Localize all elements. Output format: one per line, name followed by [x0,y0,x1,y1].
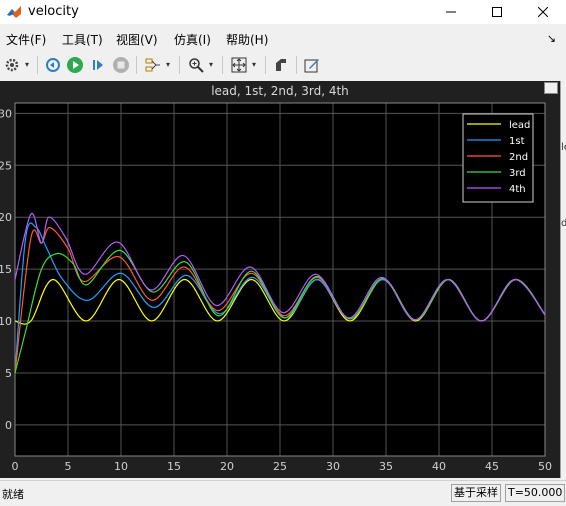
title-bar: velocity [0,0,566,24]
step-back-icon[interactable] [43,55,63,75]
menu-bar: 文件(F) 工具(T) 视图(V) 仿真(I) 帮助(H) ↘ [0,29,566,49]
legend-label: 3rd [509,168,526,179]
window-title: velocity [28,4,79,19]
sample-mode-indicator: 基于采样 [451,484,501,502]
right-strip-label: d [561,218,566,229]
chevron-down-icon[interactable]: ▾ [25,60,29,69]
minimize-icon [446,11,456,13]
chart: 0 5 10 15 20 25 30 35 40 45 50 0 5 10 15 20 25 30 lead 1st 2… [0,102,552,473]
x-tick-label: 0 [12,460,19,473]
x-tick-label: 15 [167,460,181,473]
toolbar-separator [37,56,38,74]
y-tick-label: 15 [0,263,12,276]
x-tick-label: 10 [114,460,128,473]
y-tick-label: 0 [5,419,12,432]
y-tick-label: 30 [0,107,12,120]
menu-view[interactable]: 视图(V) [116,31,158,48]
toolbar-separator [222,56,223,74]
style-icon[interactable] [271,55,291,75]
toolbar-separator [179,56,180,74]
x-tick-label: 35 [379,460,393,473]
step-forward-icon[interactable] [88,55,108,75]
menu-tools[interactable]: 工具(T) [62,31,103,48]
x-tick-label: 20 [220,460,234,473]
chevron-down-icon[interactable]: ▾ [252,60,256,69]
y-tick-label: 20 [0,211,12,224]
legend-label: 2nd [509,152,528,163]
toolbar-separator [136,56,137,74]
x-tick-label: 25 [273,460,287,473]
zoom-icon[interactable] [186,55,206,75]
edit-icon[interactable] [302,55,322,75]
right-strip [560,81,566,478]
x-tick-label: 30 [326,460,340,473]
x-tick-label: 40 [432,460,446,473]
minimize-button[interactable] [428,0,474,24]
maximize-icon [492,7,502,17]
legend-label: 4th [509,184,526,195]
simulation-time: T=50.000 [505,484,566,502]
status-bar: 就绪 基于采样 T=50.000 [0,480,566,506]
run-icon[interactable] [65,55,85,75]
close-button[interactable] [520,0,566,24]
chevron-down-icon[interactable]: ▾ [209,60,213,69]
menu-overflow-icon[interactable]: ↘ [547,32,556,45]
stop-icon[interactable] [111,55,131,75]
y-tick-label: 10 [0,315,12,328]
signal-selector-icon[interactable] [143,55,163,75]
x-tick-label: 45 [485,460,499,473]
status-ready: 就绪 [2,488,24,501]
y-tick-label: 25 [0,159,12,172]
close-icon [538,7,548,17]
menu-simulation[interactable]: 仿真(I) [174,31,211,48]
menu-help[interactable]: 帮助(H) [226,31,268,48]
toolbar: ▾ ▾ ▾ ▾ [0,51,566,79]
maximize-button[interactable] [474,0,520,24]
legend-label: lead [509,120,530,131]
x-tick-label: 5 [65,460,72,473]
toolbar-separator [265,56,266,74]
toolbar-separator [296,56,297,74]
menu-file[interactable]: 文件(F) [6,31,46,48]
matlab-icon [6,4,22,20]
right-strip-label: le [561,142,566,153]
x-tick-label: 50 [538,460,552,473]
y-tick-label: 5 [5,367,12,380]
chevron-down-icon[interactable]: ▾ [166,60,170,69]
legend-label: 1st [509,136,525,147]
settings-gear-icon[interactable] [2,55,22,75]
fit-view-icon[interactable] [229,55,249,75]
